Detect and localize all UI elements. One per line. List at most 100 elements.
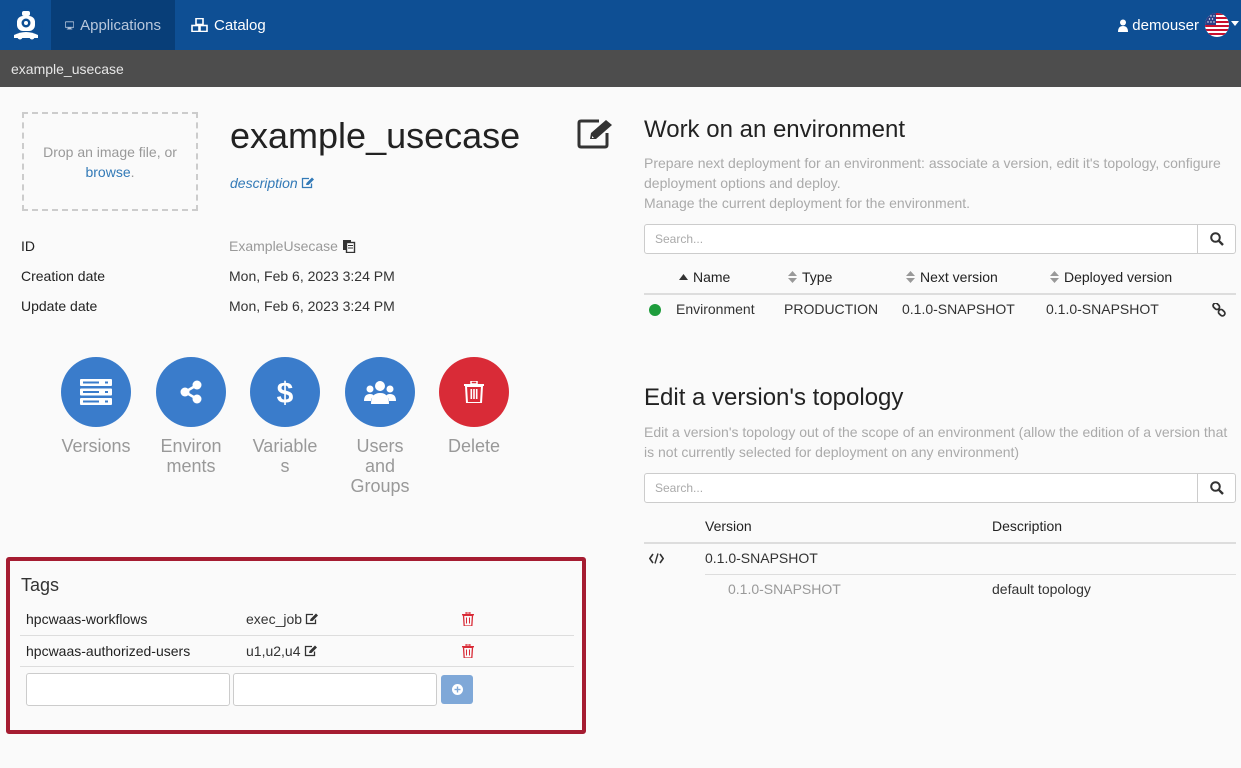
environments-search-input[interactable] [644, 224, 1198, 254]
column-header-next-version-label: Next version [920, 269, 998, 285]
environments-search-button[interactable] [1197, 224, 1236, 254]
column-header-deployed-version[interactable]: Deployed version [1050, 269, 1172, 285]
environments-search [644, 224, 1236, 254]
users-groups-label: Users and Groups [350, 436, 410, 496]
cubes-icon [191, 18, 208, 32]
column-header-next-version[interactable]: Next version [906, 269, 998, 285]
creation-date-label: Creation date [21, 268, 106, 284]
environments-description-line1: Prepare next deployment for an environme… [644, 155, 1221, 191]
copy-icon[interactable] [342, 239, 356, 253]
topology-search [644, 473, 1236, 503]
dropzone-text: Drop an image file, or [43, 143, 177, 160]
breadcrumb-current[interactable]: example_usecase [11, 61, 124, 77]
page-title: example_usecase [230, 115, 521, 156]
column-header-description: Description [992, 518, 1063, 534]
user-menu[interactable]: demouser [1118, 0, 1199, 50]
users-groups-button[interactable]: Users and Groups [345, 357, 415, 496]
tag-value-text: u1,u2,u4 [246, 643, 301, 659]
search-icon [1209, 481, 1224, 495]
language-caret-icon[interactable] [1231, 21, 1239, 26]
column-header-name-label: Name [693, 269, 731, 285]
sort-icon [1050, 271, 1059, 283]
topology-description: default topology [992, 581, 1091, 597]
topology-search-input[interactable] [644, 473, 1198, 503]
tags-title: Tags [21, 575, 60, 595]
versions-button[interactable]: Versions [61, 357, 131, 456]
variables-circle[interactable]: $ [250, 357, 320, 427]
environment-next-version: 0.1.0-SNAPSHOT [902, 301, 1015, 317]
version-group-label: 0.1.0-SNAPSHOT [705, 550, 818, 566]
image-dropzone[interactable]: Drop an image file, or browse. [22, 112, 198, 211]
environments-button[interactable]: Environments [156, 357, 226, 476]
monitor-icon [65, 20, 75, 29]
delete-label: Delete [447, 436, 501, 456]
new-tag-key-input[interactable] [26, 673, 230, 706]
top-navbar: Applications Catalog demouser [0, 0, 1241, 50]
trash-icon[interactable] [462, 612, 474, 626]
nav-applications-label: Applications [80, 16, 161, 34]
trash-icon[interactable] [462, 644, 474, 658]
update-date-label: Update date [21, 298, 98, 314]
topology-section-description: Edit a version's topology out of the sco… [644, 424, 1228, 460]
edit-icon [301, 177, 314, 189]
versions-circle[interactable] [61, 357, 131, 427]
environments-description-line2: Manage the current deployment for the en… [644, 195, 971, 211]
column-header-type[interactable]: Type [788, 269, 832, 285]
tag-key: hpcwaas-authorized-users [26, 643, 191, 659]
environments-label: Environments [160, 436, 222, 476]
column-header-name[interactable]: Name [679, 269, 730, 285]
column-header-version: Version [705, 518, 752, 534]
nav-catalog-label: Catalog [214, 16, 266, 34]
breadcrumb: example_usecase [0, 50, 1241, 87]
id-label: ID [21, 238, 35, 254]
sort-icon [788, 271, 797, 283]
trash-icon [464, 381, 484, 403]
id-value: ExampleUsecase [229, 238, 356, 254]
dropzone-suffix: . [130, 163, 135, 180]
users-groups-circle[interactable] [345, 357, 415, 427]
nav-catalog[interactable]: Catalog [177, 0, 280, 50]
table-header-divider [644, 293, 1236, 295]
variables-button[interactable]: $ Variables [250, 357, 320, 476]
tag-row: hpcwaas-authorized-users u1,u2,u4 [20, 635, 574, 666]
tag-value-text: exec_job [246, 611, 303, 627]
tag-row: hpcwaas-workflows exec_job [20, 604, 574, 635]
edit-icon [304, 645, 317, 657]
robot-logo-icon[interactable] [8, 7, 44, 43]
plus-circle-icon [451, 684, 463, 695]
tag-value[interactable]: exec_job [246, 611, 319, 627]
tag-value[interactable]: u1,u2,u4 [246, 643, 318, 659]
environment-name[interactable]: Environment [676, 301, 755, 317]
creation-date-value: Mon, Feb 6, 2023 3:24 PM [229, 268, 395, 284]
browse-link[interactable]: browse [85, 164, 130, 180]
server-stack-icon [80, 379, 112, 405]
variables-label: Variables [252, 436, 318, 476]
nav-applications[interactable]: Applications [51, 0, 175, 50]
new-tag-value-input[interactable] [233, 673, 437, 706]
status-indicator [649, 304, 661, 316]
user-icon [1118, 19, 1129, 32]
environments-circle[interactable] [156, 357, 226, 427]
topology-search-button[interactable] [1197, 473, 1236, 503]
column-header-deployed-version-label: Deployed version [1064, 269, 1173, 285]
description-link[interactable]: description [230, 175, 315, 191]
versions-label: Versions [61, 436, 131, 456]
edit-icon [305, 613, 319, 625]
environments-section-title: Work on an environment [644, 116, 906, 143]
user-name: demouser [1132, 16, 1199, 34]
sort-asc-icon [679, 274, 688, 280]
environment-type: PRODUCTION [784, 301, 879, 317]
code-icon[interactable] [649, 553, 664, 564]
topology-version[interactable]: 0.1.0-SNAPSHOT [728, 581, 841, 597]
tag-key: hpcwaas-workflows [26, 611, 148, 627]
sort-icon [906, 271, 915, 283]
link-icon[interactable] [1212, 303, 1226, 317]
edit-icon[interactable] [577, 117, 613, 149]
description-link-label: description [230, 175, 298, 191]
delete-circle[interactable] [439, 357, 509, 427]
column-header-type-label: Type [802, 269, 833, 285]
svg-text:$: $ [277, 377, 294, 408]
delete-button[interactable]: Delete [439, 357, 509, 456]
add-tag-button[interactable] [441, 675, 473, 704]
us-flag-icon[interactable] [1205, 13, 1229, 37]
